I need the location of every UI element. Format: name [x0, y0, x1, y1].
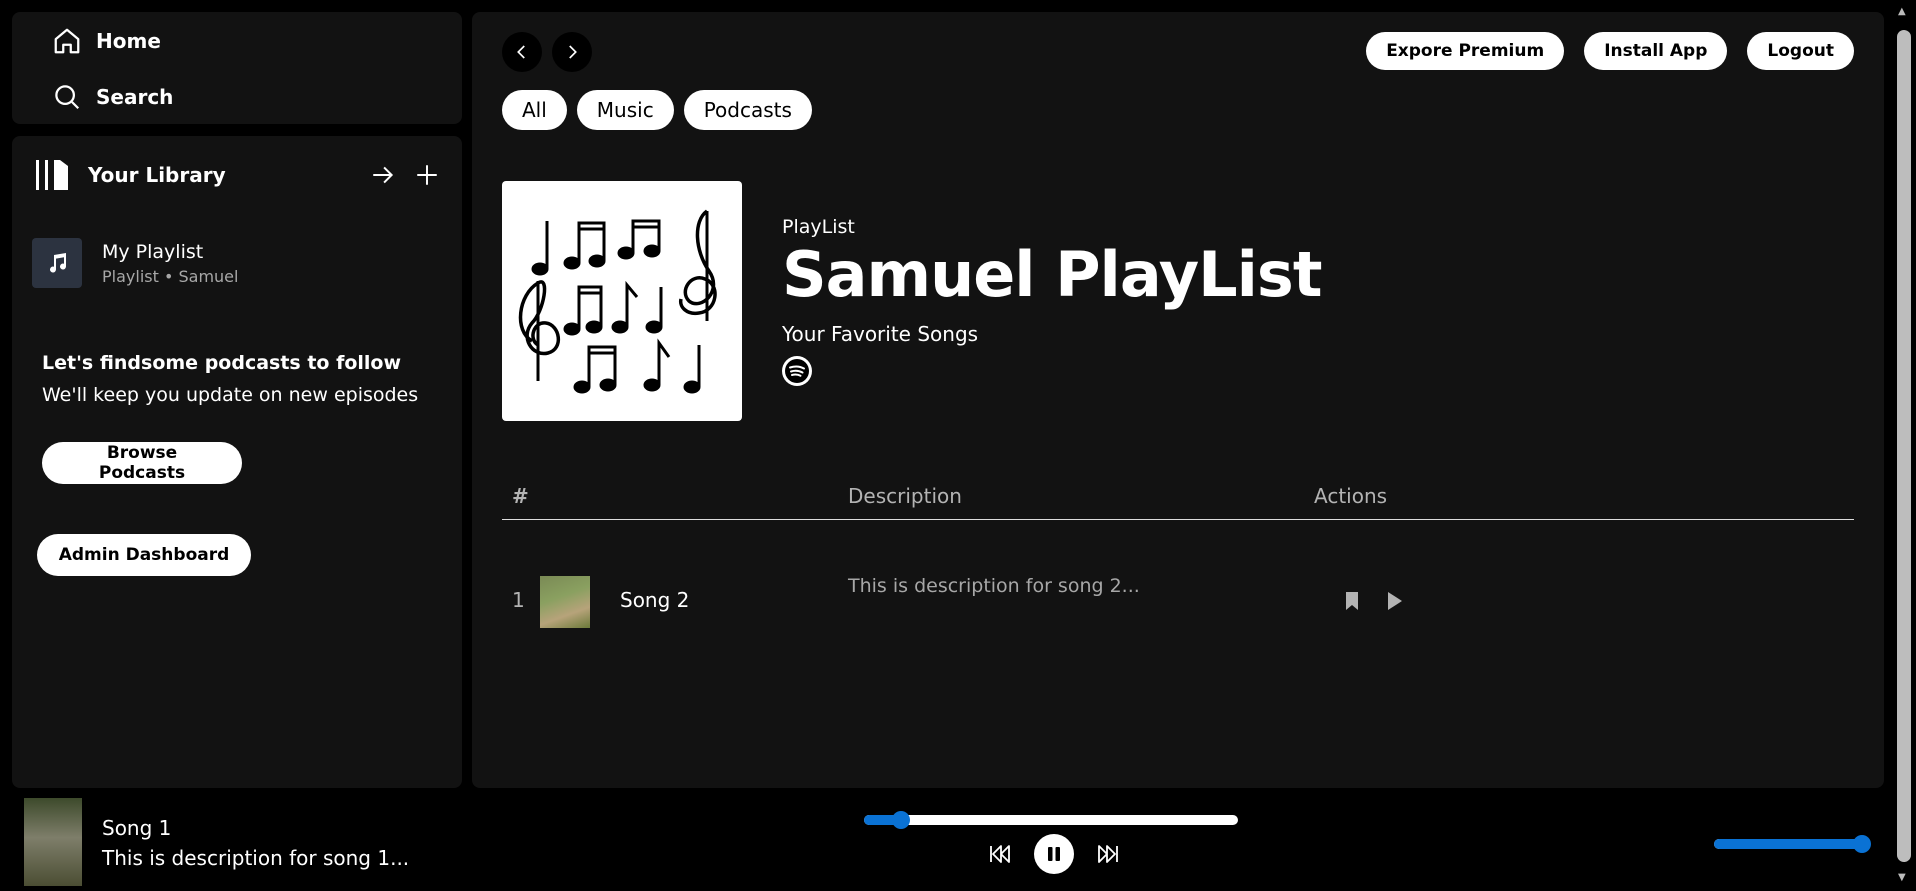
nav-home-label: Home: [96, 29, 161, 53]
scroll-down-icon[interactable]: ▼: [1898, 872, 1906, 883]
back-button[interactable]: [502, 32, 542, 72]
library-panel: Your Library My Playlist Playlist • Samu…: [12, 136, 462, 788]
spotify-icon: [782, 356, 812, 386]
playlist-thumbnail: [32, 238, 82, 288]
main-panel: Expore Premium Install App Logout All Mu…: [472, 12, 1884, 788]
arrow-right-icon: [373, 166, 394, 184]
bookmark-button[interactable]: [1342, 590, 1362, 616]
songs-table-header: # Description Actions: [502, 472, 1854, 520]
admin-dashboard-button[interactable]: Admin Dashboard: [37, 534, 251, 576]
forward-button[interactable]: [552, 32, 592, 72]
player-bar: Song 1 This is description for song 1...: [0, 792, 1892, 888]
pause-icon: [1048, 847, 1060, 861]
playlist-meta: PlayList Samuel PlayList Your Favorite S…: [782, 216, 1322, 386]
row-number: 1: [512, 588, 525, 612]
column-description: Description: [848, 484, 962, 508]
plus-icon: [417, 165, 437, 185]
chevron-right-icon: [569, 45, 577, 59]
install-app-button[interactable]: Install App: [1584, 32, 1728, 70]
pause-button[interactable]: [1034, 834, 1074, 874]
song-description: This is description for song 2...: [848, 575, 1140, 597]
now-playing-title: Song 1: [102, 816, 172, 840]
now-playing-thumbnail: [24, 798, 82, 886]
search-icon: [55, 85, 80, 110]
filter-chips: All Music Podcasts: [502, 90, 812, 130]
column-number: #: [512, 484, 529, 508]
column-actions: Actions: [1314, 484, 1388, 508]
song-title: Song 2: [620, 588, 690, 612]
create-playlist-button[interactable]: [412, 160, 442, 190]
library-playlist-item[interactable]: My Playlist Playlist • Samuel: [32, 238, 238, 288]
home-icon: [54, 28, 80, 54]
library-title: Your Library: [88, 163, 226, 187]
music-notes-illustration: [518, 209, 717, 394]
filter-podcasts[interactable]: Podcasts: [683, 90, 812, 130]
podcast-promo: Let's findsome podcasts to follow We'll …: [42, 352, 418, 406]
library-icon: [36, 160, 68, 190]
skip-forward-icon: [1098, 845, 1118, 863]
bookmark-icon: [1346, 592, 1358, 610]
scroll-up-icon[interactable]: ▲: [1898, 6, 1906, 17]
previous-button[interactable]: [988, 844, 1012, 864]
logout-button[interactable]: Logout: [1747, 32, 1854, 70]
playlist-name: My Playlist: [102, 240, 204, 263]
scrollbar-thumb[interactable]: [1897, 30, 1911, 862]
play-icon: [1388, 592, 1402, 610]
next-button[interactable]: [1096, 844, 1120, 864]
volume-fill: [1714, 839, 1862, 849]
podcast-promo-title: Let's findsome podcasts to follow: [42, 352, 402, 374]
browse-podcasts-button[interactable]: Browse Podcasts: [42, 442, 242, 484]
nav-panel: Home Search: [12, 12, 462, 124]
seek-bar[interactable]: [864, 811, 1238, 829]
play-song-button[interactable]: [1384, 590, 1404, 616]
podcast-promo-text: We'll keep you update on new episodes: [42, 384, 419, 406]
chevron-left-icon: [517, 45, 525, 59]
playlist-cover: [502, 181, 742, 421]
page-scrollbar[interactable]: ▲ ▼: [1892, 0, 1916, 891]
library-header: Your Library: [34, 158, 442, 192]
now-playing-description: This is description for song 1...: [102, 846, 410, 870]
seek-bar-handle[interactable]: [892, 811, 911, 829]
filter-all[interactable]: All: [502, 90, 567, 130]
explore-premium-button[interactable]: Expore Premium: [1366, 32, 1565, 70]
nav-search-label: Search: [96, 85, 174, 109]
table-row[interactable]: 1 Song 2 This is description for song 2.…: [502, 570, 1854, 630]
playlist-subtitle: Playlist • Samuel: [102, 266, 239, 286]
playlist-type: PlayList: [782, 216, 855, 238]
volume-slider[interactable]: [1714, 835, 1871, 853]
skip-back-icon: [990, 845, 1010, 863]
playlist-description: Your Favorite Songs: [782, 322, 979, 346]
playback-controls: [988, 834, 1120, 874]
music-note-icon: [50, 253, 67, 273]
song-thumbnail: [540, 576, 590, 628]
nav-search[interactable]: Search: [52, 82, 173, 112]
playlist-title: Samuel PlayList: [782, 238, 1322, 311]
nav-home[interactable]: Home: [52, 26, 161, 56]
volume-handle[interactable]: [1853, 835, 1871, 853]
expand-library-button[interactable]: [368, 160, 398, 190]
filter-music[interactable]: Music: [576, 90, 674, 130]
